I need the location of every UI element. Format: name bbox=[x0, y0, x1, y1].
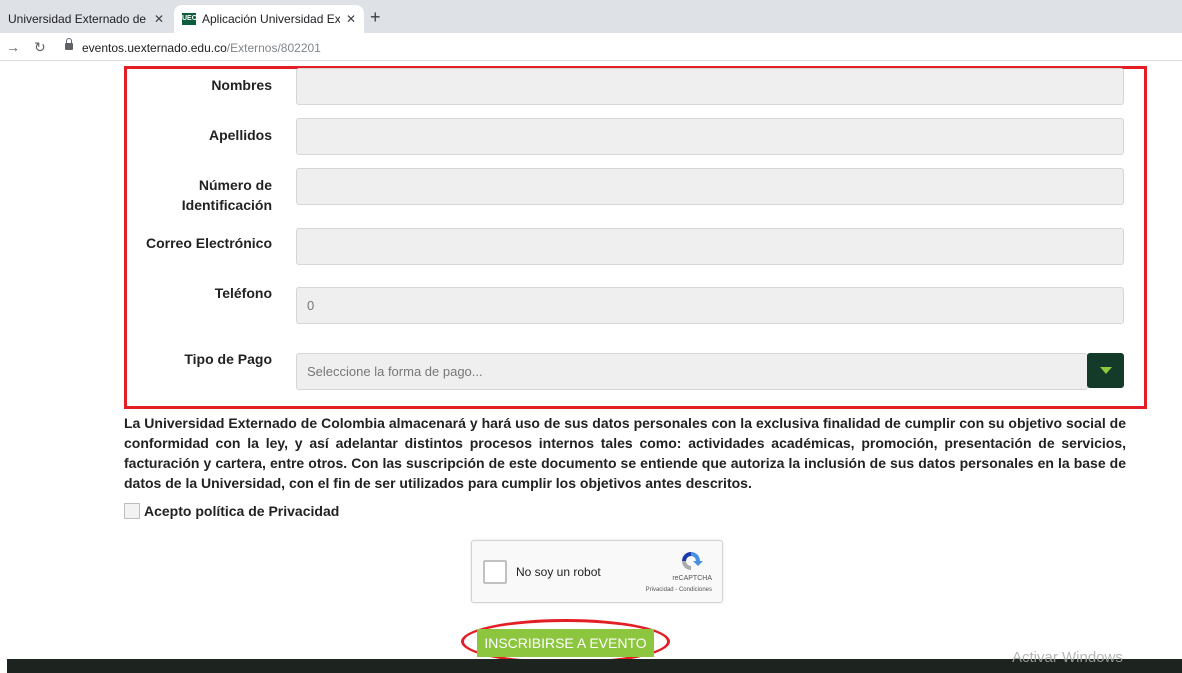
correo-label: Correo Electrónico bbox=[145, 235, 272, 251]
url-domain: eventos.uexternado.edu.co bbox=[82, 41, 227, 55]
apellidos-input[interactable] bbox=[296, 118, 1124, 155]
privacy-checkbox-label[interactable]: Acepto política de Privacidad bbox=[144, 503, 339, 519]
privacy-notice: La Universidad Externado de Colombia alm… bbox=[124, 415, 1126, 491]
recaptcha-brand: reCAPTCHA bbox=[672, 575, 712, 582]
apellidos-label: Apellidos bbox=[208, 127, 272, 143]
telefono-input[interactable]: 0 bbox=[296, 287, 1124, 324]
uec-favicon-icon: UEC bbox=[182, 13, 197, 25]
chevron-down-icon bbox=[1099, 367, 1112, 374]
tab-aplicacion[interactable]: UEC Aplicación Universidad Externad ✕ bbox=[174, 5, 364, 33]
url-path: /Externos/802201 bbox=[226, 41, 321, 55]
recaptcha-widget: No soy un robot reCAPTCHA Privacidad - C… bbox=[471, 540, 723, 603]
identificacion-label-line2: Identificación bbox=[181, 197, 272, 213]
windows-activation-watermark: Activar Windows bbox=[1012, 649, 1123, 666]
privacy-checkbox[interactable] bbox=[124, 503, 140, 519]
inscribirse-button[interactable]: INSCRIBIRSE A EVENTO bbox=[477, 629, 654, 657]
browser-tab-bar: Universidad Externado de Colo ✕ UEC Apli… bbox=[0, 0, 1182, 33]
address-bar: → ↻ eventos.uexternado.edu.co/Externos/8… bbox=[0, 33, 1182, 61]
tipo-pago-dropdown-button[interactable] bbox=[1087, 353, 1124, 388]
tipo-pago-label: Tipo de Pago bbox=[184, 351, 272, 367]
tab-label: Universidad Externado de Colo bbox=[8, 12, 148, 26]
nombres-label: Nombres bbox=[211, 77, 272, 93]
correo-input[interactable] bbox=[296, 228, 1124, 265]
identificacion-label: Número de Identificación bbox=[122, 175, 272, 215]
footer-banner bbox=[7, 659, 1182, 673]
recaptcha-links[interactable]: Privacidad - Condiciones bbox=[646, 587, 712, 593]
telefono-label: Teléfono bbox=[214, 285, 272, 301]
tipo-pago-select[interactable]: Seleccione la forma de pago... bbox=[296, 353, 1088, 390]
nombres-input[interactable] bbox=[296, 68, 1124, 105]
tab-universidad[interactable]: Universidad Externado de Colo ✕ bbox=[0, 5, 172, 33]
privacy-checkbox-row[interactable]: Acepto política de Privacidad bbox=[124, 503, 339, 519]
url-field[interactable]: eventos.uexternado.edu.co/Externos/80220… bbox=[82, 41, 321, 55]
recaptcha-label: No soy un robot bbox=[516, 565, 601, 579]
close-icon[interactable]: ✕ bbox=[154, 12, 164, 26]
close-icon[interactable]: ✕ bbox=[346, 12, 356, 26]
recaptcha-logo-icon bbox=[682, 552, 703, 570]
identificacion-input[interactable] bbox=[296, 168, 1124, 205]
tab-label: Aplicación Universidad Externad bbox=[202, 12, 340, 26]
lock-icon[interactable] bbox=[65, 38, 73, 50]
reload-icon[interactable]: ↻ bbox=[34, 39, 46, 56]
forward-arrow-icon[interactable]: → bbox=[6, 39, 20, 55]
recaptcha-checkbox[interactable] bbox=[483, 560, 507, 584]
new-tab-button[interactable]: + bbox=[370, 7, 381, 28]
identificacion-label-line1: Número de bbox=[198, 177, 272, 193]
